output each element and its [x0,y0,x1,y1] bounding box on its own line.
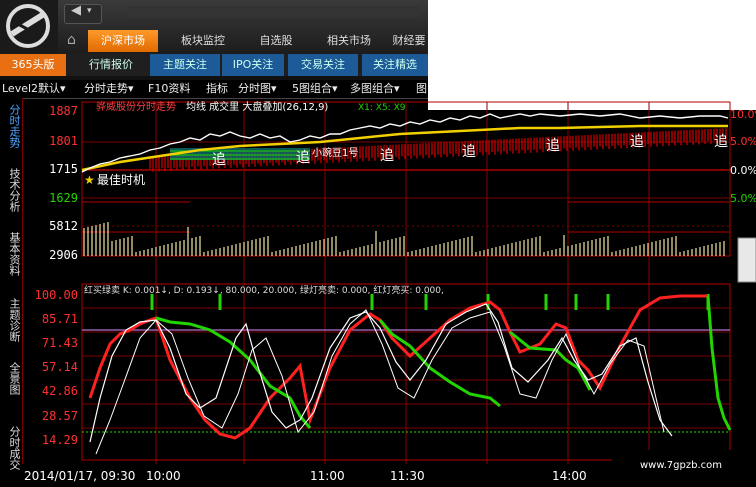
tab-related-market[interactable]: 相关市场 [316,30,382,52]
toolbar-multi-combo[interactable]: 多图组合▾ [350,80,400,98]
subtab-365[interactable]: 365头版 [0,54,66,76]
subtab-topic-focus[interactable]: 主题关注 [150,54,220,76]
k-line-red [88,294,708,440]
home-button[interactable]: ⌂ [64,30,84,52]
chase-label: 追 [546,138,560,154]
app-logo [0,0,58,54]
pct-label-5up: 5.0% [730,135,756,148]
toolbar-level2[interactable]: Level2默认▾ [2,80,66,98]
chase-label: 追 [462,144,476,160]
chart-title: 骅威股份分时走势 [96,100,176,113]
tab-watchlist[interactable]: 自选股 [246,30,306,52]
best-time-label: 最佳时机 [97,173,145,187]
time-label-1100: 11:00 [310,469,345,483]
bean-label: 小豌豆1号 [312,146,358,159]
tab-finance[interactable]: 财经要 [390,30,428,52]
home-icon: ⌂ [67,32,76,48]
time-label-start: 2014/01/17, 09:30 [24,469,135,483]
chart-title-extra: 均线 成交里 大盘叠加(26,12,9) [186,100,328,113]
side-popup[interactable] [737,237,756,283]
chase-label: 追 [212,152,226,168]
subtab-picks[interactable]: 关注精选 [362,54,428,76]
time-label-1130: 11:30 [390,469,425,483]
subtab-trade-focus[interactable]: 交易关注 [288,54,358,76]
time-label-1400: 14:00 [552,469,587,483]
toolbar-chart[interactable]: 分时图▾ [238,80,277,98]
tab-shenzhen-market[interactable]: 沪深市场 [88,30,158,52]
chase-label: 追 [380,148,394,164]
pct-label-top: 10.0% [730,108,756,121]
top-nav-bar: ◀ ▾ ⌂ 沪深市场 板块监控 自选股 相关市场 财经要 [0,0,428,54]
back-button[interactable]: ◀ ▾ [64,3,102,24]
volume-bars [83,222,725,256]
back-arrow-icon: ◀ [71,3,81,18]
subtab-quotes[interactable]: 行情报价 [76,54,146,76]
subtab-ipo-focus[interactable]: IPO关注 [222,54,284,76]
pct-label-zero: 0.0% [730,164,756,177]
tab-sector-monitor[interactable]: 板块监控 [168,30,238,52]
k-line-green-segment [378,319,501,408]
chase-label: 追 [630,134,644,150]
star-icon: ★ [84,173,95,187]
toolbar-5-combo[interactable]: 5图组合▾ [292,80,338,98]
chase-label: 追 [296,150,310,166]
pct-label-5down: 5.0% [730,192,756,205]
toolbar-indicator[interactable]: 指标 [206,80,228,98]
macd-tag: X1: X5: X9 [358,103,406,113]
toolbar-intraday[interactable]: 分时走势▾ [84,80,134,98]
toolbar-more[interactable]: 图 [416,80,427,98]
watermark: www.7gpzb.com [640,460,722,471]
overlay-blank-area [428,0,756,110]
chart-canvas[interactable]: 骅威股份分时走势 均线 成交里 大盘叠加(26,12,9) X1: X5: X9… [0,98,756,487]
sub-nav-bar: 365头版 行情报价 主题关注 IPO关注 交易关注 关注精选 [0,54,428,77]
time-label-1000: 10:00 [146,469,181,483]
cyan-highlight [170,148,310,160]
toolbar-f10[interactable]: F10资料 [148,80,190,98]
address-bar[interactable] [128,6,420,18]
chevron-down-icon: ▾ [87,6,92,16]
k-line-green-segment [706,295,732,431]
chart-toolbar: Level2默认▾ 分时走势▾ F10资料 指标 分时图▾ 5图组合▾ 多图组合… [0,80,428,99]
chase-label: 追 [714,134,728,150]
indicator-header: 红买绿卖 K: 0.001↓, D: 0.193↓, 80.000, 20.00… [84,284,444,296]
